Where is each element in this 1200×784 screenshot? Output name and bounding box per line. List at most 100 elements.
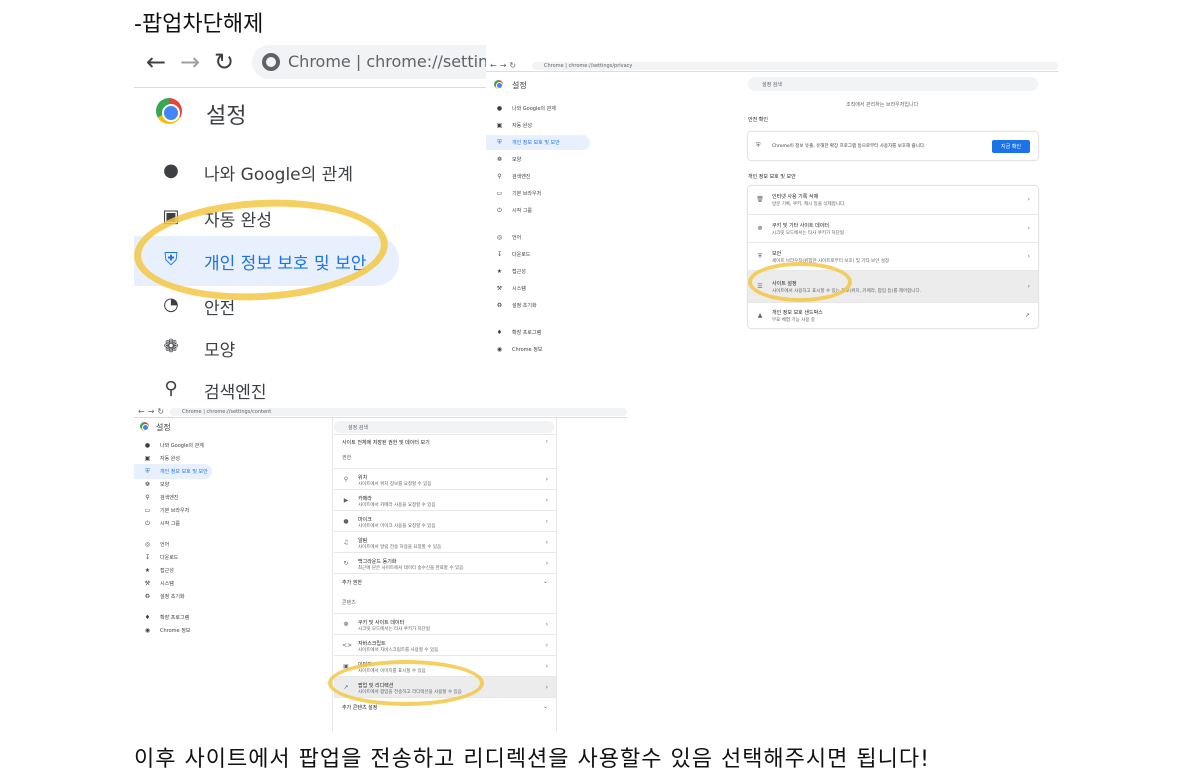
settings-row[interactable]: ❁ 쿠키 및 사이트 데이터 시크릿 모드에서는 타사 쿠키가 차단됨 › [334, 613, 556, 634]
sidebar-item[interactable]: ⚲ 검색엔진 [486, 169, 590, 184]
settings-row[interactable]: ▣ 이미지 사이트에서 이미지를 표시할 수 있음 › [334, 655, 556, 676]
palette-icon: ❁ [496, 156, 503, 163]
shield-icon: ⛨ [145, 468, 150, 475]
chrome-logo-icon [156, 98, 182, 124]
shield-icon: ⛨ [756, 142, 761, 149]
sidebar-item-label: 검색엔진 [512, 174, 531, 180]
settings-row[interactable]: 사이트 전체에 저장된 권한 및 데이터 보기 › [334, 434, 556, 448]
reload-icon[interactable]: ↻ [214, 48, 234, 76]
cookie-icon: ❁ [757, 225, 763, 232]
sidebar-item-search-engine[interactable]: ⚲ 검색엔진 [134, 366, 486, 408]
sidebar-item-label: 시스템 [512, 286, 526, 293]
sidebar-item-label: 접근성 [512, 269, 526, 276]
sidebar-item-safety[interactable]: ◔ 안전 [134, 282, 486, 328]
row-title: 추가 콘텐츠 설정 [342, 705, 378, 711]
search-input[interactable]: 설정 검색 [748, 77, 1038, 91]
globe-icon: ◎ [496, 234, 503, 242]
sidebar-item[interactable]: ★ 접근성 [486, 264, 590, 279]
forward-icon[interactable]: → [180, 48, 200, 76]
settings-row[interactable]: 🗑 인터넷 사용 기록 삭제 방문 기록, 쿠키, 캐시 등을 삭제합니다. › [748, 186, 1038, 214]
check-now-button[interactable]: 지금 확인 [992, 140, 1030, 153]
back-icon[interactable]: ← [146, 48, 166, 76]
sidebar-item[interactable]: ▭ 기본 브라우저 [486, 186, 590, 201]
omnibox-text: Chrome | chrome://settings/ [288, 52, 486, 71]
browser-icon: ▭ [496, 190, 503, 197]
row-title: 팝업 및 리디렉션 [358, 682, 394, 689]
sidebar-item-label: 시작 그룹 [512, 208, 532, 214]
row-subtitle: 사이트에서 마이크 사용을 요청할 수 있음 [358, 523, 436, 529]
sidebar-item[interactable]: ⏻ 시작 그룹 [486, 203, 590, 218]
globe-icon: ◎ [144, 540, 151, 548]
sidebar-item-label: 자동 완성 [204, 211, 272, 231]
sidebar-item-label: 시스템 [160, 580, 174, 587]
sidebar-item[interactable]: ♻ 설정 초기화 [486, 298, 590, 313]
sidebar-item[interactable]: ⏻ 시작 그룹 [134, 516, 212, 531]
settings-row[interactable]: ● 마이크 사이트에서 마이크 사용을 요청할 수 있음 › [334, 510, 556, 531]
chevron-right-icon: › [545, 683, 548, 691]
row-title: 추가 권한 [342, 580, 362, 586]
settings-row[interactable]: 추가 콘텐츠 설정 ⌄ [334, 697, 556, 715]
sidebar-item-appearance[interactable]: ❁ 모양 [134, 324, 486, 370]
nav-icons: ←→↻ [138, 407, 168, 416]
settings-row[interactable]: ♫ 알림 사이트에서 알림 전송 허용을 요청할 수 있음 › [334, 531, 556, 552]
gauge-icon: ◔ [163, 294, 179, 315]
sidebar-item[interactable]: ↧ 다운로드 [486, 247, 590, 262]
sidebar-item-google[interactable]: ● 나와 Google의 관계 [134, 148, 486, 194]
chrome-icon: ◉ [496, 346, 503, 354]
omnibox[interactable]: Chrome | chrome://settings/privacy [532, 62, 1058, 70]
sidebar-item-label: 검색엔진 [204, 383, 267, 403]
sidebar-item[interactable]: ⚒ 시스템 [486, 281, 590, 296]
trash-icon: 🗑 [756, 196, 764, 203]
settings-row[interactable]: ⚲ 위치 사이트에서 위치 정보를 요청할 수 있음 › [334, 468, 556, 489]
safety-check-card: ⛨ Chrome이 정보 유출, 유해한 확장 프로그램 등으로부터 사용자를 … [748, 132, 1038, 160]
search-input[interactable]: 설정 검색 [334, 421, 554, 433]
chrome-logo-icon [494, 80, 503, 89]
settings-row[interactable]: <> 자바스크립트 사이트에서 자바스크립트를 사용할 수 있음 › [334, 634, 556, 655]
settings-row[interactable]: ▲ 개인 정보 보호 샌드박스 무료 체험 기능 사용 중 ↗ [748, 302, 1038, 328]
sidebar-item-label: 확장 프로그램 [512, 330, 542, 337]
sidebar-item[interactable]: ♦ 확장 프로그램 [486, 325, 590, 340]
sidebar-item[interactable]: ♻ 설정 초기화 [134, 589, 212, 604]
sidebar-item-label: 모양 [160, 482, 170, 488]
row-subtitle: 사이트에서 위치 정보를 요청할 수 있음 [358, 481, 432, 487]
sidebar-item[interactable]: ▣ 자동 완성 [486, 118, 590, 133]
cookie-icon: ❁ [343, 620, 349, 628]
settings-row[interactable]: ↗ 팝업 및 리디렉션 사이트에서 팝업을 전송하고 리디렉션을 사용할 수 있음 › [334, 676, 556, 697]
chrome-site-icon [262, 53, 280, 71]
sidebar-item[interactable]: ❁ 모양 [486, 152, 590, 167]
sidebar-item[interactable]: ● 나와 Google의 관계 [486, 101, 590, 116]
row-subtitle: 사이트에서 사용하고 표시할 수 있는 정보(위치, 카메라, 팝업 등)를 제… [772, 289, 922, 294]
safety-check-text: Chrome이 정보 유출, 유해한 확장 프로그램 등으로부터 사용자를 보호… [772, 144, 926, 149]
sidebar-item-privacy[interactable]: ⛨ 개인 정보 보호 및 보안 [134, 236, 399, 286]
settings-row[interactable]: ↻ 백그라운드 동기화 최근에 닫은 사이트에서 데이터 송수신을 완료할 수 있음… [334, 552, 556, 573]
sidebar-item[interactable]: ◎ 언어 [486, 230, 590, 245]
browser-toolbar: ←→↻ Chrome | chrome://settings/privacy [486, 60, 1058, 72]
sidebar-item-label: 다운로드 [512, 252, 531, 259]
search-icon: ⚲ [164, 378, 178, 399]
settings-row[interactable]: 추가 권한 ⌄ [334, 573, 556, 589]
sidebar-item-label: 접근성 [160, 567, 174, 574]
chevron-right-icon: › [545, 641, 548, 649]
row-title: 쿠키 및 사이트 데이터 [358, 619, 405, 626]
sidebar-item[interactable]: ⛨ 개인 정보 보호 및 보안 [486, 135, 590, 150]
omnibox[interactable]: Chrome | chrome://settings/ [252, 45, 486, 79]
download-icon: ↧ [144, 553, 151, 561]
chevron-down-icon: ⌄ [542, 578, 548, 585]
popup-icon: ↗ [343, 683, 349, 691]
omnibox[interactable]: Chrome | chrome://settings/content [170, 408, 627, 416]
settings-row[interactable]: ❁ 쿠키 및 기타 사이트 데이터 시크릿 모드에서는 타사 쿠키가 차단됨 › [748, 214, 1038, 242]
settings-row[interactable]: ▶ 카메라 사이트에서 카메라 사용을 요청할 수 있음 › [334, 489, 556, 510]
row-subtitle: 무료 체험 기능 사용 중 [772, 318, 815, 323]
org-notice: 조직에서 관리하는 브라우저입니다 [846, 102, 919, 108]
section-title: 콘텐츠 [342, 600, 356, 606]
sidebar-item-label: 개인 정보 보호 및 보안 [512, 140, 560, 146]
sidebar-item-autofill[interactable]: ▣ 자동 완성 [134, 194, 486, 240]
sidebar-item[interactable]: ◉ Chrome 정보 [486, 342, 590, 357]
sidebar-item-label: 확장 프로그램 [160, 614, 190, 621]
settings-row[interactable]: ⛨ 보안 세이프 브라우징(위험한 사이트로부터 보호) 및 기타 보안 설정 › [748, 242, 1038, 270]
settings-row[interactable]: ☰ 사이트 설정 사이트에서 사용하고 표시할 수 있는 정보(위치, 카메라, 팝… [748, 270, 1038, 302]
sidebar-item[interactable]: ◉ Chrome 정보 [134, 623, 212, 638]
sidebar-item-label: 모양 [512, 157, 522, 163]
clipboard-icon: ▣ [162, 206, 180, 227]
row-subtitle: 사이트에서 알림 전송 허용을 요청할 수 있음 [358, 544, 442, 550]
